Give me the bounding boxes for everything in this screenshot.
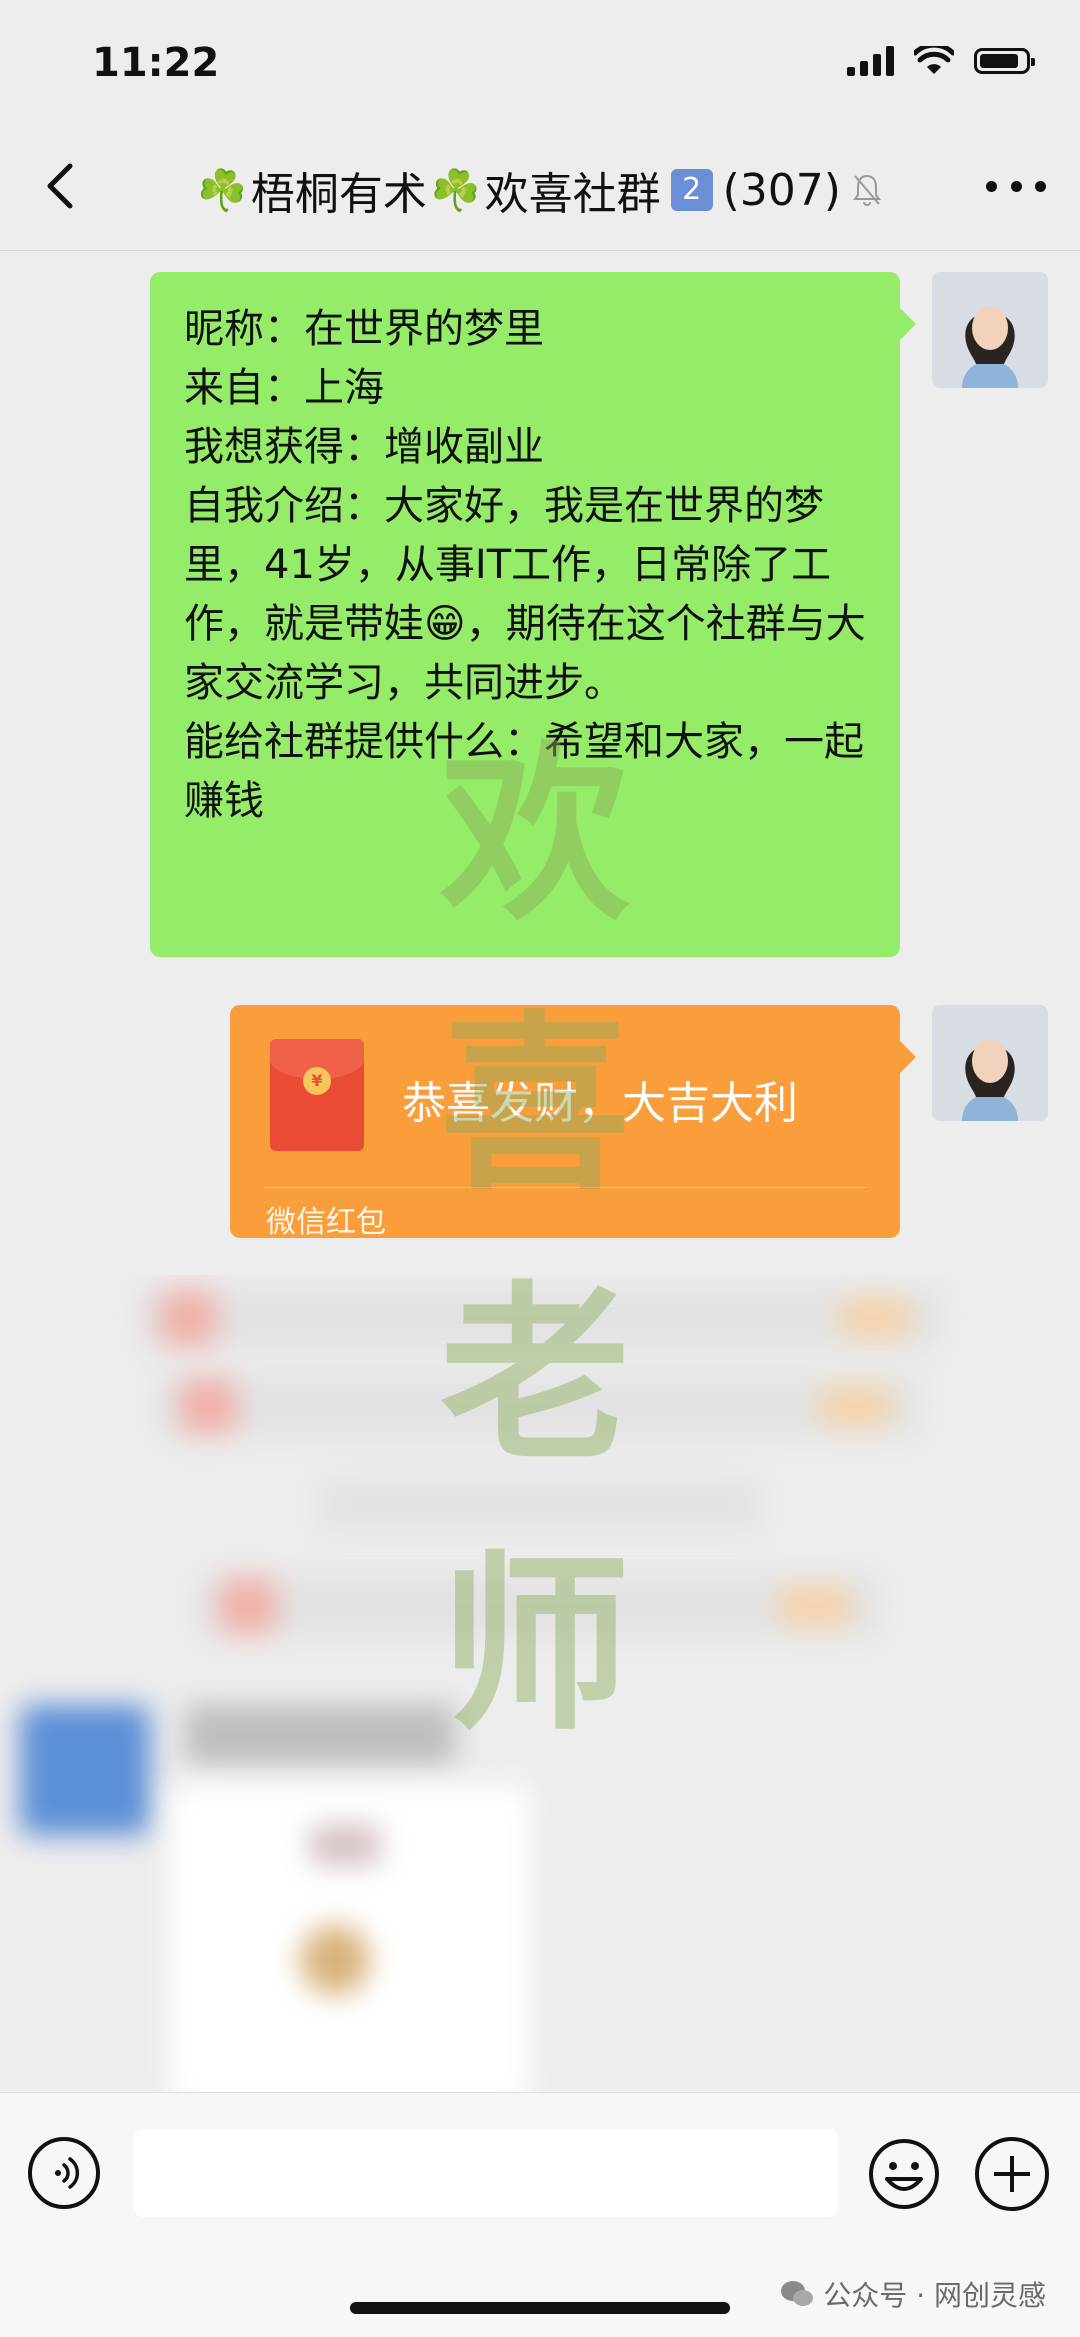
emoji-icon[interactable] [867,2137,941,2211]
mute-bell-icon [852,174,881,206]
wechat-icon [781,2281,814,2306]
cellular-signal-icon [847,46,894,76]
home-indicator[interactable] [350,2302,730,2314]
red-packet-message[interactable]: ¥ 恭喜发财，大吉大利 微信红包 [230,1005,916,1240]
red-packet-label: 微信红包 [266,1205,386,1240]
status-time: 11:22 [92,40,220,86]
avatar[interactable] [932,1005,1048,1121]
source-watermark: 公众号 · 网创灵感 [779,2274,1046,2314]
clover-icon: ☘️ [430,167,481,214]
intro-message-bubble[interactable]: 昵称：在世界的梦里 来自：上海 我想获得：增收副业 自我介绍：大家好，我是在世界… [150,272,916,957]
group-name-main: 梧桐有术 [250,169,427,220]
more-options-icon[interactable] [986,166,1046,206]
status-icons [847,46,1035,76]
divider [264,1187,866,1188]
wifi-icon [914,46,954,74]
member-count: (307) [722,164,841,216]
back-arrow-icon[interactable] [32,156,92,216]
red-packet-icon: ¥ [270,1039,364,1151]
voice-input-icon[interactable] [28,2137,100,2209]
blurred-messages [0,1275,1080,2105]
chat-title[interactable]: ☘️ 梧桐有术 ☘️ 欢喜社群 2 (307) [170,158,910,222]
red-packet-greeting: 恭喜发财，大吉大利 [402,1078,798,1129]
source-text: 公众号 · 网创灵感 [823,2279,1046,2312]
status-bar: 11:22 [0,0,1080,130]
clover-icon: ☘️ [197,167,247,214]
group-name-sub: 欢喜社群 [484,169,661,220]
battery-icon [974,48,1035,74]
chat-header: ☘️ 梧桐有术 ☘️ 欢喜社群 2 (307) [0,130,1080,251]
add-attachment-icon[interactable] [975,2137,1049,2211]
avatar[interactable] [932,272,1048,388]
message-input[interactable] [134,2129,838,2217]
group-number-badge: 2 [670,169,713,211]
